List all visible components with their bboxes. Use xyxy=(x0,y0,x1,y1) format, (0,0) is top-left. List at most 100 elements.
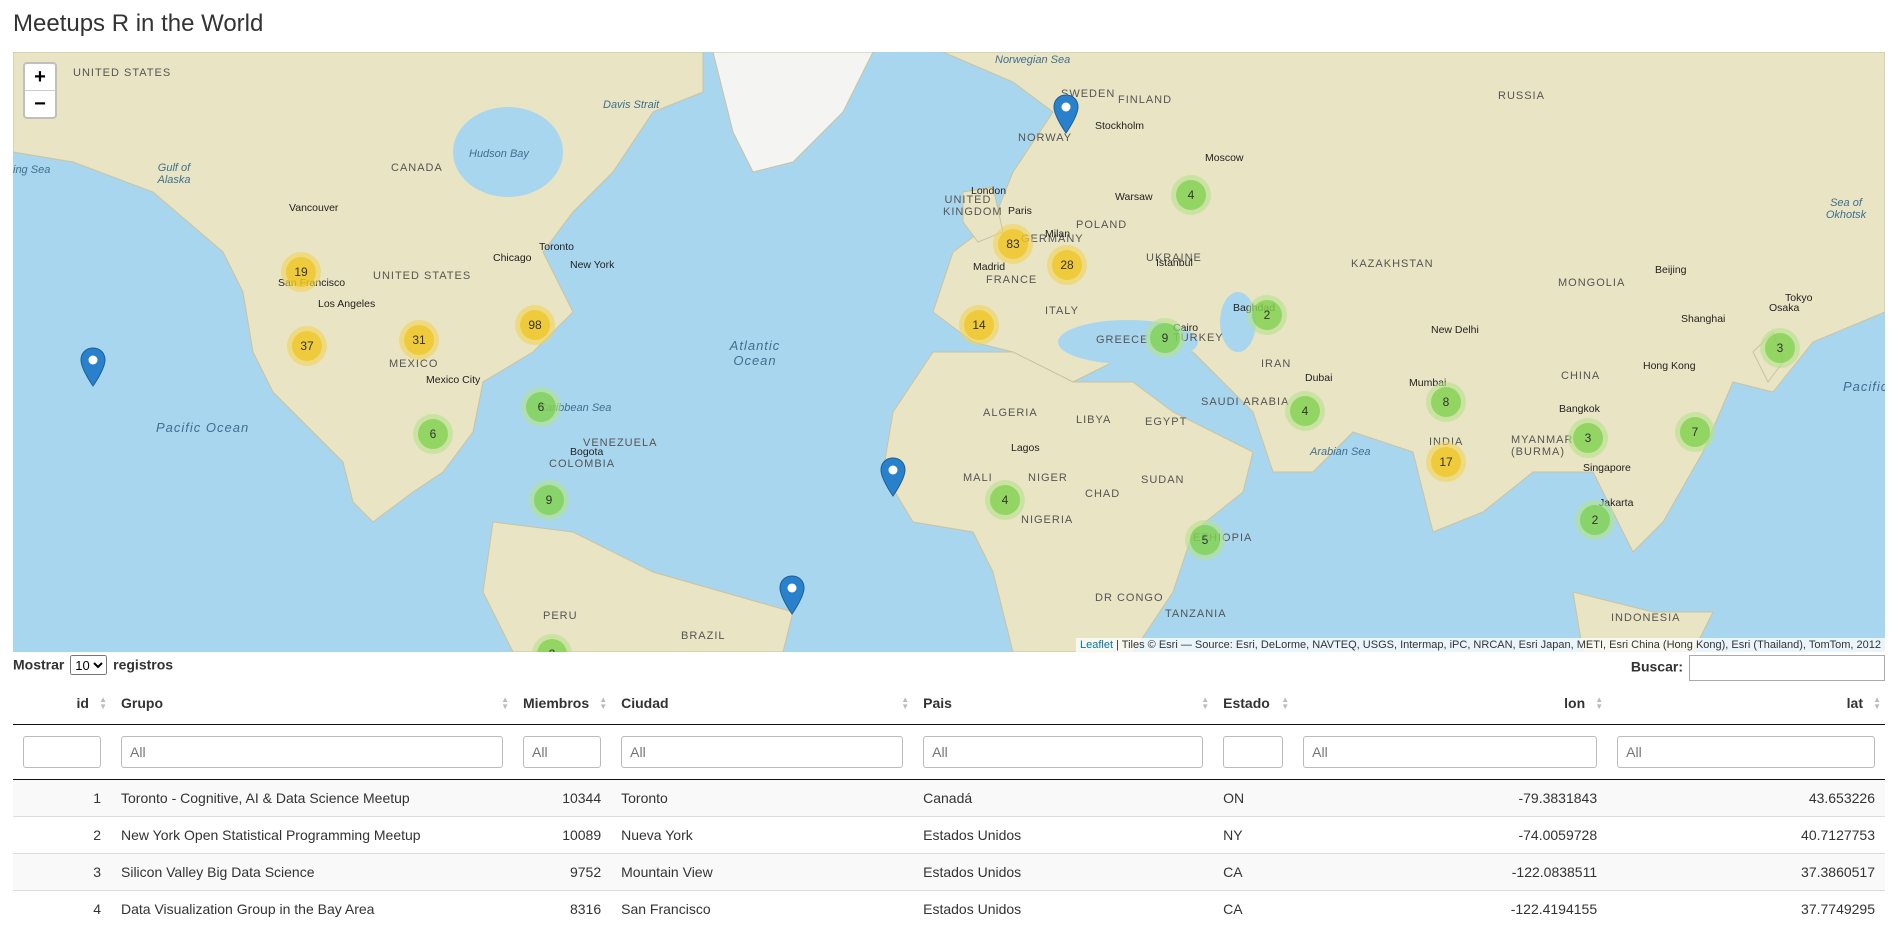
marker-cluster[interactable]: 98 xyxy=(515,305,555,345)
label-pacific-right: Pacific xyxy=(1843,379,1885,394)
label-finland: FINLAND xyxy=(1118,94,1173,106)
table-row[interactable]: 3 Silicon Valley Big Data Science 9752 M… xyxy=(13,853,1885,891)
cell-estado: CA xyxy=(1213,853,1294,891)
map-pin-icon[interactable] xyxy=(779,575,805,615)
header-id[interactable]: id ▲ ▼ xyxy=(13,682,111,725)
label-canada: CANADA xyxy=(391,162,443,174)
cell-ciudad: Mountain View xyxy=(611,853,914,891)
marker-cluster[interactable]: 5 xyxy=(1185,520,1225,560)
label-arabian-sea: Arabian Sea xyxy=(1310,446,1371,458)
cell-ciudad: San Francisco xyxy=(611,890,914,927)
cluster-count: 2 xyxy=(537,639,567,652)
label-gulf-of-alaska: Gulf of Alaska xyxy=(157,162,191,186)
marker-cluster[interactable]: 14 xyxy=(959,305,999,345)
label-toronto: Toronto xyxy=(539,241,575,253)
filter-pais-input[interactable] xyxy=(923,736,1204,768)
cluster-count: 4 xyxy=(1176,180,1206,210)
marker-cluster[interactable]: 28 xyxy=(1047,245,1087,285)
header-estado[interactable]: Estado ▲ ▼ xyxy=(1213,682,1294,725)
label-new-york: New York xyxy=(570,259,615,271)
label-singapore: Singapore xyxy=(1583,462,1631,474)
label-istanbul: Istanbul xyxy=(1156,257,1193,269)
header-grupo[interactable]: Grupo ▲ ▼ xyxy=(111,682,513,725)
world-map[interactable]: UNITED STATES CANADA UNITED STATES MEXIC… xyxy=(13,52,1885,652)
label-peru: PERU xyxy=(543,610,578,622)
label-poland: POLAND xyxy=(1076,219,1128,231)
label-niger: NIGER xyxy=(1028,472,1068,484)
label-beijing: Beijing xyxy=(1655,264,1687,276)
cell-ciudad: Toronto xyxy=(611,779,914,817)
cluster-count: 31 xyxy=(404,325,434,355)
marker-cluster[interactable]: 6 xyxy=(413,414,453,454)
cell-id: 4 xyxy=(13,890,111,927)
header-ciudad[interactable]: Ciudad ▲ ▼ xyxy=(611,682,914,725)
marker-cluster[interactable]: 9 xyxy=(1145,318,1185,358)
label-chicago: Chicago xyxy=(493,252,532,264)
cell-grupo: Toronto - Cognitive, AI & Data Science M… xyxy=(111,779,513,817)
label-sea-of-okhotsk: Sea of Okhotsk xyxy=(1825,197,1867,221)
filter-cell-lat xyxy=(1607,724,1885,780)
filter-miembros-input[interactable] xyxy=(523,736,602,768)
label-sudan: SUDAN xyxy=(1141,474,1185,486)
marker-cluster[interactable]: 3 xyxy=(1568,418,1608,458)
table-row[interactable]: 4 Data Visualization Group in the Bay Ar… xyxy=(13,890,1885,927)
map-pin-icon[interactable] xyxy=(1053,94,1079,134)
cluster-count: 5 xyxy=(1190,525,1220,555)
marker-cluster[interactable]: 4 xyxy=(985,480,1025,520)
filter-lon-input[interactable] xyxy=(1303,736,1598,768)
marker-cluster[interactable]: 37 xyxy=(287,326,327,366)
marker-cluster[interactable]: 8 xyxy=(1426,382,1466,422)
label-moscow: Moscow xyxy=(1205,152,1244,164)
marker-cluster[interactable]: 2 xyxy=(1247,295,1287,335)
search-input[interactable] xyxy=(1689,655,1885,681)
label-nigeria: NIGERIA xyxy=(1021,514,1074,526)
zoom-in-button[interactable]: + xyxy=(25,64,55,90)
marker-cluster[interactable]: 4 xyxy=(1285,391,1325,431)
sort-icon: ▲ ▼ xyxy=(501,695,509,711)
filter-estado-input[interactable] xyxy=(1223,736,1284,768)
table-row[interactable]: 1 Toronto - Cognitive, AI & Data Science… xyxy=(13,779,1885,817)
marker-cluster[interactable]: 19 xyxy=(281,252,321,292)
label-dr-congo: DR CONGO xyxy=(1095,592,1164,604)
page-length-select[interactable]: 10 xyxy=(70,655,108,675)
header-pais[interactable]: Pais ▲ ▼ xyxy=(913,682,1214,725)
label-chad: CHAD xyxy=(1085,488,1121,500)
marker-cluster[interactable]: 4 xyxy=(1171,175,1211,215)
header-lon[interactable]: lon ▲ ▼ xyxy=(1293,682,1608,725)
marker-cluster[interactable]: 6 xyxy=(521,387,561,427)
header-miembros[interactable]: Miembros ▲ ▼ xyxy=(513,682,612,725)
marker-cluster[interactable]: 3 xyxy=(1760,328,1800,368)
label-norwegian-sea: Norwegian Sea xyxy=(995,54,1071,66)
marker-cluster[interactable]: 83 xyxy=(993,224,1033,264)
cell-pais: Estados Unidos xyxy=(913,853,1214,891)
marker-cluster[interactable]: 7 xyxy=(1675,412,1715,452)
marker-cluster[interactable]: 17 xyxy=(1426,442,1466,482)
header-lat[interactable]: lat ▲ ▼ xyxy=(1607,682,1885,725)
marker-cluster[interactable]: 31 xyxy=(399,320,439,360)
label-mexico: MEXICO xyxy=(389,358,439,370)
label-shanghai: Shanghai xyxy=(1681,313,1726,325)
marker-cluster[interactable]: 2 xyxy=(1575,500,1615,540)
filter-grupo-input[interactable] xyxy=(121,736,503,768)
filter-id-input[interactable] xyxy=(23,736,101,768)
cluster-count: 98 xyxy=(520,310,550,340)
label-bogota: Bogota xyxy=(570,446,604,458)
filter-lat-input[interactable] xyxy=(1617,736,1875,768)
filter-cell-estado xyxy=(1213,724,1294,780)
map-pin-icon[interactable] xyxy=(880,457,906,497)
label-new-delhi: New Delhi xyxy=(1431,324,1479,336)
filter-ciudad-input[interactable] xyxy=(621,736,904,768)
label-bangkok: Bangkok xyxy=(1559,403,1600,415)
label-vancouver: Vancouver xyxy=(289,202,339,214)
sort-icon: ▲ ▼ xyxy=(901,695,910,711)
sort-icon: ▲ ▼ xyxy=(1201,695,1210,711)
label-lagos: Lagos xyxy=(1011,442,1040,454)
table-row[interactable]: 2 New York Open Statistical Programming … xyxy=(13,816,1885,854)
zoom-out-button[interactable]: − xyxy=(25,90,55,117)
label-colombia: COLOMBIA xyxy=(549,458,616,470)
label-italy: ITALY xyxy=(1045,305,1079,317)
marker-cluster[interactable]: 9 xyxy=(529,480,569,520)
leaflet-link[interactable]: Leaflet xyxy=(1080,639,1113,651)
filter-cell-miembros xyxy=(513,724,612,780)
map-pin-icon[interactable] xyxy=(80,347,106,387)
